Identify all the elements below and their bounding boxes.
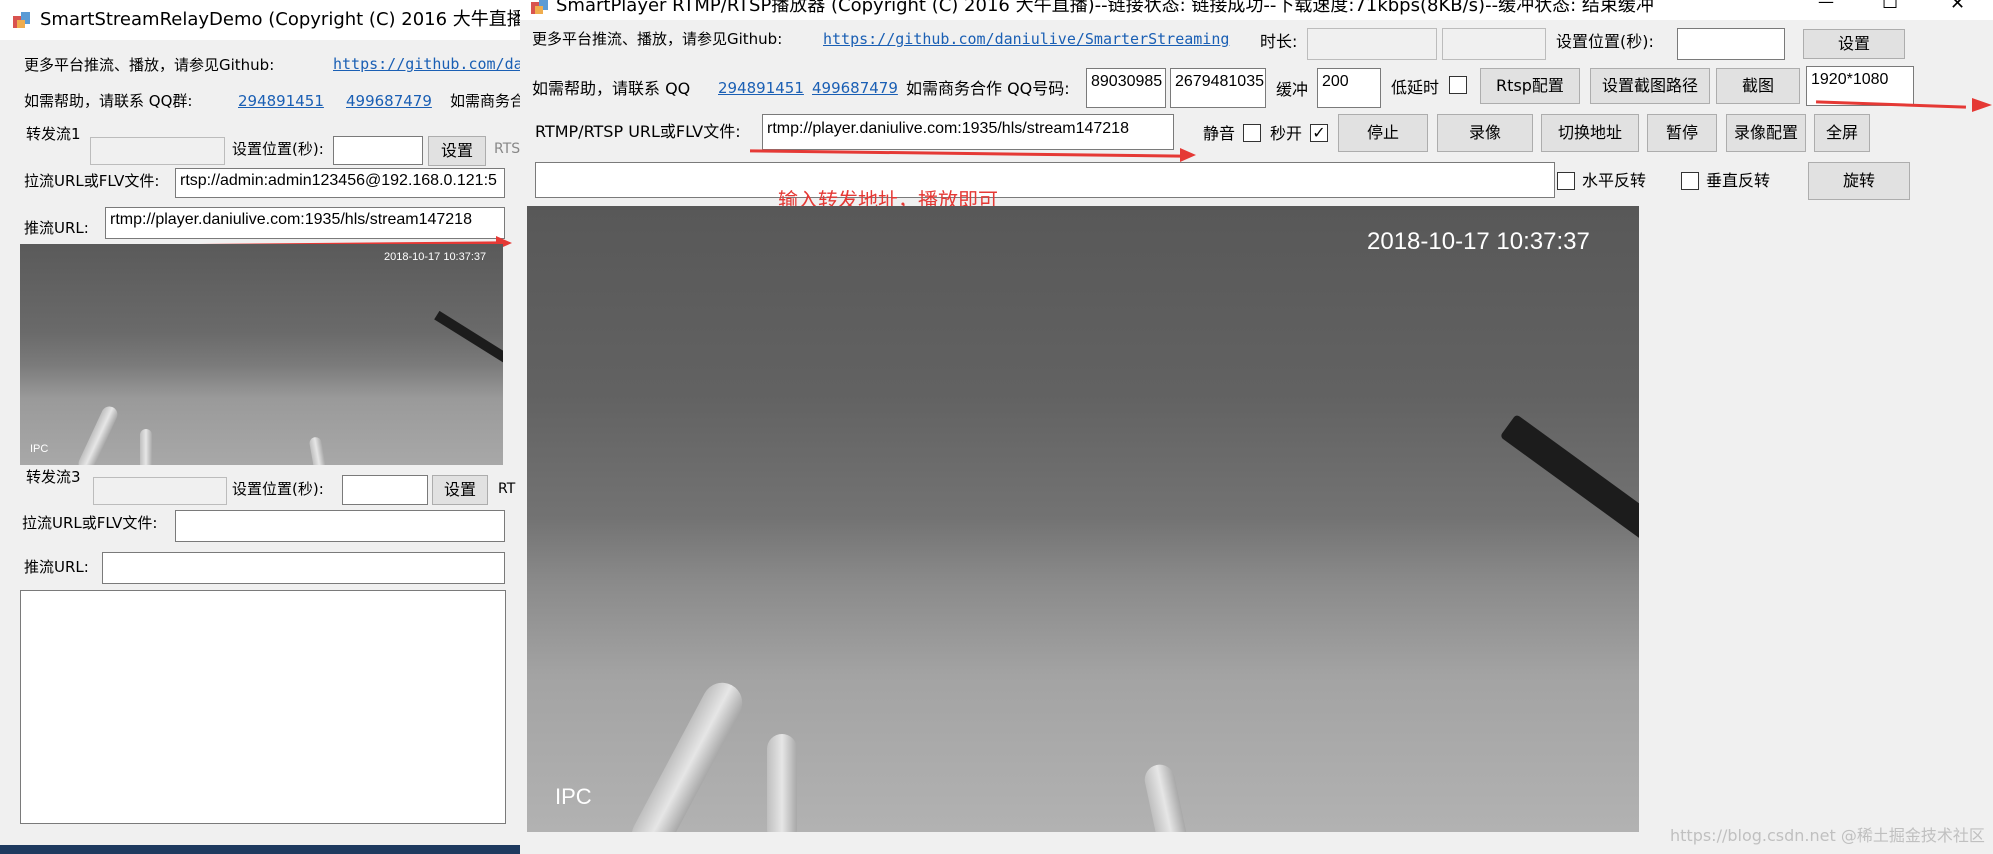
- player-qq2-link[interactable]: 499687479: [812, 81, 898, 96]
- relay-preview-ipc: IPC: [30, 443, 49, 455]
- url-label: RTMP/RTSP URL或FLV文件:: [535, 122, 741, 141]
- hflip-label: 水平反转: [1582, 171, 1647, 190]
- stream3-pull-input[interactable]: [175, 510, 505, 542]
- player-github-link[interactable]: https://github.com/daniulive/SmarterStre…: [823, 32, 1229, 47]
- relay-preview-video: 2018-10-17 10:37:37 IPC: [20, 244, 503, 465]
- switch-url-button[interactable]: 切换地址: [1541, 114, 1639, 152]
- stream1-set-button[interactable]: 设置: [428, 136, 486, 166]
- player-seek-input[interactable]: [1677, 28, 1785, 60]
- relay-github-link[interactable]: https://github.com/da: [333, 57, 523, 72]
- stream3-push-input[interactable]: [102, 552, 505, 584]
- relay-preview-pole: [140, 429, 152, 465]
- stream1-label: 转发流1: [26, 125, 81, 143]
- stream3-rt-label: RT: [498, 481, 516, 497]
- stream3-pull-label: 拉流URL或FLV文件:: [22, 514, 158, 532]
- video-timestamp: 2018-10-17 10:37:37: [1367, 228, 1590, 255]
- player-title: SmartPlayer RTMP/RTSP播放器 (Copyright (C) …: [556, 0, 1654, 16]
- url-arrow-line: [749, 149, 1183, 158]
- watermark: https://blog.csdn.net @稀土掘金技术社区: [1670, 826, 1985, 845]
- rtsp-config-button[interactable]: Rtsp配置: [1480, 68, 1580, 104]
- relay-help-label: 如需帮助，请联系 QQ群:: [24, 92, 193, 110]
- resolution-arrow-head: [1972, 98, 1992, 112]
- close-icon[interactable]: ✕: [1950, 0, 1965, 13]
- url-input[interactable]: rtmp://player.daniulive.com:1935/hls/str…: [762, 114, 1174, 150]
- stream1-rtsp-label: RTS: [494, 141, 521, 157]
- player-set-button[interactable]: 设置: [1803, 29, 1905, 59]
- relay-address-field[interactable]: [535, 162, 1555, 198]
- buffer-input[interactable]: 200: [1317, 68, 1381, 108]
- video-blade: [1499, 414, 1639, 566]
- player-help-label: 如需帮助，请联系 QQ: [532, 79, 691, 98]
- fast-open-label: 秒开: [1270, 124, 1303, 143]
- app-icon: [12, 10, 32, 30]
- buffer-label: 缓冲: [1276, 80, 1309, 99]
- biz-qq1-field[interactable]: 89030985: [1086, 68, 1166, 108]
- video-pole: [767, 734, 797, 832]
- stream3-seek-label: 设置位置(秒):: [232, 480, 324, 498]
- relay-titlebar: SmartStreamRelayDemo (Copyright (C) 2016…: [0, 0, 532, 40]
- maximize-icon[interactable]: ☐: [1882, 0, 1898, 12]
- stream3-label: 转发流3: [26, 468, 81, 486]
- stream3-push-label: 推流URL:: [24, 558, 89, 576]
- stream1-seek-label: 设置位置(秒):: [232, 140, 324, 158]
- record-config-button[interactable]: 录像配置: [1726, 114, 1806, 152]
- stream1-pull-label: 拉流URL或FLV文件:: [24, 172, 160, 190]
- stream1-seek-input[interactable]: [333, 136, 423, 165]
- hflip-checkbox[interactable]: [1557, 172, 1575, 190]
- vflip-label: 垂直反转: [1706, 171, 1771, 190]
- player-video: 2018-10-17 10:37:37 IPC: [527, 206, 1639, 832]
- stop-button[interactable]: 停止: [1338, 114, 1428, 152]
- fullscreen-button[interactable]: 全屏: [1814, 114, 1870, 152]
- stream1-status-field: [90, 137, 225, 165]
- duration-field: [1307, 28, 1437, 60]
- relay-qq1-link[interactable]: 294891451: [238, 94, 324, 109]
- player-biz-label: 如需商务合作 QQ号码:: [906, 79, 1070, 98]
- relay-preview-blade: [434, 310, 503, 368]
- player-app-icon: [530, 0, 550, 16]
- video-ipc: IPC: [555, 784, 592, 809]
- duration-total-field: [1442, 28, 1546, 60]
- stream3-preview-area: [20, 590, 506, 824]
- rotate-button[interactable]: 旋转: [1808, 162, 1910, 200]
- relay-preview-pole: [308, 436, 328, 465]
- video-pole: [624, 675, 750, 832]
- minimize-icon[interactable]: —: [1818, 0, 1834, 10]
- relay-title: SmartStreamRelayDemo (Copyright (C) 2016…: [40, 9, 532, 30]
- url-arrow-head: [1180, 148, 1196, 162]
- relay-preview-timestamp: 2018-10-17 10:37:37: [384, 251, 487, 263]
- relay-biz-label: 如需商务合: [450, 92, 526, 110]
- player-window: SmartPlayer RTMP/RTSP播放器 (Copyright (C) …: [520, 0, 1993, 854]
- low-latency-checkbox[interactable]: [1449, 76, 1467, 94]
- relay-qq2-link[interactable]: 499687479: [346, 94, 432, 109]
- stream1-pull-input[interactable]: rtsp://admin:admin123456@192.168.0.121:5: [175, 168, 505, 198]
- player-qq1-link[interactable]: 294891451: [718, 81, 804, 96]
- video-pole: [1141, 761, 1191, 832]
- pause-button[interactable]: 暂停: [1647, 114, 1717, 152]
- player-seek-label: 设置位置(秒):: [1556, 32, 1654, 51]
- low-latency-label: 低延时: [1391, 78, 1440, 97]
- stream3-status-field: [93, 477, 227, 505]
- player-more-label: 更多平台推流、播放，请参见Github:: [532, 30, 783, 48]
- stream1-push-label: 推流URL:: [24, 219, 89, 237]
- record-button[interactable]: 录像: [1437, 114, 1533, 152]
- relay-preview-pole: [75, 403, 121, 465]
- stream3-set-button[interactable]: 设置: [432, 475, 488, 505]
- player-titlebar: SmartPlayer RTMP/RTSP播放器 (Copyright (C) …: [520, 0, 1993, 20]
- snapshot-path-button[interactable]: 设置截图路径: [1590, 68, 1710, 104]
- relay-window: SmartStreamRelayDemo (Copyright (C) 2016…: [0, 0, 532, 845]
- snapshot-button[interactable]: 截图: [1716, 68, 1800, 104]
- mute-label: 静音: [1203, 124, 1236, 143]
- biz-qq2-field[interactable]: 2679481035: [1170, 68, 1266, 108]
- mute-checkbox[interactable]: [1243, 124, 1261, 142]
- vflip-checkbox[interactable]: [1681, 172, 1699, 190]
- stream1-push-input[interactable]: rtmp://player.daniulive.com:1935/hls/str…: [105, 207, 505, 239]
- relay-more-label: 更多平台推流、播放，请参见Github:: [24, 56, 275, 74]
- fast-open-checkbox[interactable]: ✓: [1310, 124, 1328, 142]
- duration-label: 时长:: [1260, 32, 1298, 51]
- stream3-seek-input[interactable]: [342, 475, 428, 505]
